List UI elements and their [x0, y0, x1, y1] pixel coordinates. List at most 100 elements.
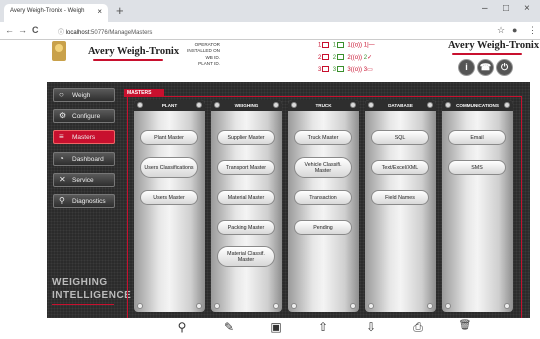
tools-icon: ✕: [59, 175, 66, 184]
sidebar: ○ Weigh ⚙ Configure ≡ Masters ◔ Dashboar…: [47, 82, 131, 318]
search-icon[interactable]: ⚲: [175, 320, 189, 334]
station-info-labels: OPERATOR INSTALLED ON WB ID. PLANT ID.: [170, 42, 220, 67]
sql-button[interactable]: SQL: [371, 130, 429, 145]
expand-icon[interactable]: [504, 102, 510, 108]
account-icon[interactable]: ●: [512, 25, 517, 35]
logout-icon[interactable]: ⏻: [497, 60, 512, 75]
users-classifications-button[interactable]: Users Classifications: [140, 157, 198, 178]
column-header: TRUCK: [288, 100, 359, 111]
download-icon[interactable]: ⇩: [364, 320, 378, 334]
column-title: WEIGHING: [234, 103, 259, 108]
tagline-underline: [52, 304, 114, 305]
expand-icon[interactable]: [427, 102, 433, 108]
tab-title: Avery Weigh-Tronix - Weigh: [10, 8, 85, 14]
collapse-icon[interactable]: [214, 102, 220, 108]
column-header: COMMUNICATIONS: [442, 100, 513, 111]
browser-tab[interactable]: Avery Weigh-Tronix - Weigh ×: [4, 4, 108, 22]
print-icon[interactable]: ⎙: [411, 320, 425, 335]
expand-icon[interactable]: [273, 102, 279, 108]
sidebar-item-configure[interactable]: ⚙ Configure: [53, 109, 115, 123]
column-weighing: WEIGHING Supplier Master Transport Maste…: [211, 100, 282, 312]
tagline-weighing: WEIGHING: [52, 277, 108, 288]
expand-icon[interactable]: [350, 102, 356, 108]
close-window-button[interactable]: ×: [524, 3, 530, 14]
gear-icon: ⚙: [59, 111, 67, 120]
support-icon[interactable]: ☎: [478, 60, 493, 75]
reload-icon[interactable]: C: [32, 25, 39, 35]
forward-icon[interactable]: →: [18, 25, 27, 35]
medal-logo-icon: [52, 41, 66, 61]
minimize-button[interactable]: –: [482, 3, 488, 14]
brand-logo-right: Avery Weigh-Tronix: [448, 40, 540, 51]
column-database: DATABASE SQL Text/Excel/XML Field Names: [365, 100, 436, 312]
plant-master-button[interactable]: Plant Master: [140, 130, 198, 145]
sidebar-item-label: Diagnostics: [72, 198, 106, 205]
corner-icon: [445, 303, 451, 309]
maximize-button[interactable]: □: [503, 3, 509, 14]
truck-master-button[interactable]: Truck Master: [294, 130, 352, 145]
corner-icon: [368, 303, 374, 309]
pending-button[interactable]: Pending: [294, 220, 352, 235]
url-field[interactable]: ⓘ localhost:50776/ManageMasters: [54, 24, 474, 38]
app-header: Avery Weigh-Tronix OPERATOR INSTALLED ON…: [0, 40, 540, 82]
bottom-toolbar: ⚲ ✎ ▣ ⇧ ⇩ ⎙ 🗑: [0, 318, 540, 339]
sidebar-item-masters[interactable]: ≡ Masters: [53, 130, 115, 144]
column-title: DATABASE: [388, 103, 413, 108]
transport-master-button[interactable]: Transport Master: [217, 160, 275, 175]
weigh-icon: ○: [59, 90, 64, 99]
browser-tab-bar: Avery Weigh-Tronix - Weigh × + – □ ×: [0, 0, 540, 22]
collapse-icon[interactable]: [137, 102, 143, 108]
edit-icon[interactable]: ✎: [222, 320, 236, 334]
transaction-button[interactable]: Transaction: [294, 190, 352, 205]
sidebar-item-label: Configure: [72, 113, 101, 120]
address-bar-row: ← → C ⓘ localhost:50776/ManageMasters ☆ …: [0, 22, 540, 40]
back-icon[interactable]: ←: [5, 25, 14, 35]
sms-button[interactable]: SMS: [448, 160, 506, 175]
column-header: DATABASE: [365, 100, 436, 111]
plant-id-label: PLANT ID.: [198, 60, 220, 66]
url-host: localhost: [65, 30, 90, 36]
users-master-button[interactable]: Users Master: [140, 190, 198, 205]
browser-menu-icon[interactable]: ⋮: [528, 25, 537, 36]
sidebar-item-dashboard[interactable]: ◔ Dashboard: [53, 152, 115, 166]
tab-close-icon[interactable]: ×: [97, 7, 102, 16]
column-title: PLANT: [161, 103, 178, 108]
brand-underline: [93, 59, 163, 61]
dashboard-icon: ◔: [59, 154, 64, 163]
sidebar-item-label: Dashboard: [72, 156, 104, 163]
sidebar-item-label: Service: [72, 177, 94, 184]
material-master-button[interactable]: Material Master: [217, 190, 275, 205]
email-button[interactable]: Email: [448, 130, 506, 145]
sidebar-item-service[interactable]: ✕ Service: [53, 173, 115, 187]
column-title: COMMUNICATIONS: [456, 103, 499, 108]
tagline-intelligence: INTELLIGENCE: [52, 290, 132, 301]
collapse-icon[interactable]: [368, 102, 374, 108]
upload-icon[interactable]: ⇧: [316, 320, 330, 334]
text-excel-xml-button[interactable]: Text/Excel/XML: [371, 160, 429, 175]
field-names-button[interactable]: Field Names: [371, 190, 429, 205]
vehicle-classification-master-button[interactable]: Vehicle Classifi. Master: [294, 157, 352, 178]
sidebar-item-weigh[interactable]: ○ Weigh: [53, 88, 115, 102]
supplier-master-button[interactable]: Supplier Master: [217, 130, 275, 145]
delete-icon[interactable]: 🗑: [458, 320, 472, 331]
corner-icon: [214, 303, 220, 309]
corner-icon: [350, 303, 356, 309]
column-header: PLANT: [134, 100, 205, 111]
sidebar-item-diagnostics[interactable]: ⚲ Diagnostics: [53, 194, 115, 208]
collapse-icon[interactable]: [445, 102, 451, 108]
station-row-2: 2 2 2((o)) 2✓: [318, 54, 373, 61]
station-row-1: 1 1 1((o)) 1|—: [318, 42, 375, 49]
material-classif-master-button[interactable]: Material Classif. Master: [217, 246, 275, 267]
new-tab-button[interactable]: +: [116, 3, 124, 18]
bookmark-star-icon[interactable]: ☆: [497, 25, 505, 36]
expand-icon[interactable]: [196, 102, 202, 108]
list-icon: ≡: [59, 132, 64, 141]
collapse-icon[interactable]: [291, 102, 297, 108]
packing-master-button[interactable]: Packing Master: [217, 220, 275, 235]
column-truck: TRUCK Truck Master Vehicle Classifi. Mas…: [288, 100, 359, 312]
save-icon[interactable]: ▣: [269, 320, 283, 334]
corner-icon: [427, 303, 433, 309]
corner-icon: [291, 303, 297, 309]
info-icon[interactable]: i: [459, 60, 474, 75]
info-icon: ⓘ: [58, 30, 65, 36]
